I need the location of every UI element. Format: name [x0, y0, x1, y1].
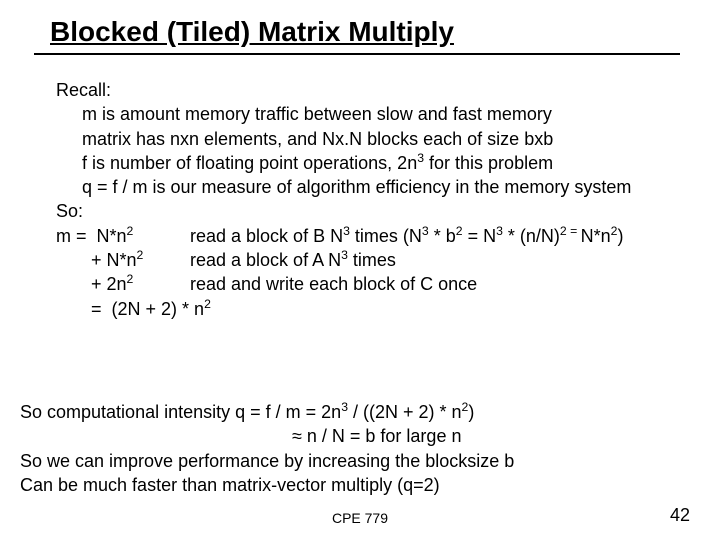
m-line-4: = (2N + 2) * n2	[56, 297, 680, 321]
m-line-3: + 2n2 read and write each block of C onc…	[56, 272, 680, 296]
m-term: + N*n2	[56, 248, 190, 272]
text: read a block of B N	[190, 226, 343, 246]
text: )	[617, 226, 623, 246]
slide-title: Blocked (Tiled) Matrix Multiply	[50, 16, 454, 48]
sup: 2	[127, 224, 134, 238]
text: = (2N + 2) * n	[56, 299, 204, 319]
m-desc: read a block of B N3 times (N3 * b2 = N3…	[190, 224, 623, 248]
text: / ((2N + 2) * n	[348, 402, 462, 422]
text: = N	[463, 226, 497, 246]
recall-item: matrix has nxn elements, and Nx.N blocks…	[82, 127, 680, 151]
text: )	[468, 402, 474, 422]
text: f is number of floating point operations…	[82, 153, 417, 173]
text: for this problem	[424, 153, 553, 173]
title-underline	[34, 53, 680, 55]
text: read a block of A N	[190, 250, 341, 270]
text: times	[348, 250, 396, 270]
sup: 2	[204, 297, 211, 311]
recall-heading: Recall:	[56, 78, 680, 102]
footer-page-number: 42	[670, 505, 690, 526]
sup: 3	[341, 400, 348, 414]
sup: 3	[343, 224, 350, 238]
sup: 2	[127, 272, 134, 286]
text: * (n/N)	[503, 226, 560, 246]
recall-item-f: f is number of floating point operations…	[82, 151, 680, 175]
sup: 3	[496, 224, 503, 238]
sup: 2	[137, 248, 144, 262]
bottom-approx: ≈ n / N = b for large n	[20, 424, 700, 448]
sup: 2	[456, 224, 463, 238]
bottom-line: So we can improve performance by increas…	[20, 449, 700, 473]
m-line-2: + N*n2 read a block of A N3 times	[56, 248, 680, 272]
sup: 3	[422, 224, 429, 238]
sup: 3	[341, 248, 348, 262]
slide-bottom: So computational intensity q = f / m = 2…	[20, 400, 700, 497]
text: + 2n	[56, 274, 127, 294]
footer-course: CPE 779	[0, 510, 720, 526]
text: times (N	[350, 226, 422, 246]
sup: 3	[417, 151, 424, 165]
m-desc: read a block of A N3 times	[190, 248, 396, 272]
bottom-line: Can be much faster than matrix-vector mu…	[20, 473, 700, 497]
recall-item: q = f / m is our measure of algorithm ef…	[82, 175, 680, 199]
m-term: = (2N + 2) * n2	[56, 297, 211, 321]
slide: Blocked (Tiled) Matrix Multiply Recall: …	[0, 0, 720, 540]
text: So computational intensity q = f / m = 2…	[20, 402, 341, 422]
so-heading: So:	[56, 199, 680, 223]
slide-body: Recall: m is amount memory traffic betwe…	[56, 78, 680, 321]
recall-item: m is amount memory traffic between slow …	[82, 102, 680, 126]
text: * b	[429, 226, 456, 246]
text: + N*n	[56, 250, 137, 270]
m-line-1: m = N*n2 read a block of B N3 times (N3 …	[56, 224, 680, 248]
m-desc: read and write each block of C once	[190, 272, 477, 296]
m-term: + 2n2	[56, 272, 190, 296]
text: m = N*n	[56, 226, 127, 246]
m-term: m = N*n2	[56, 224, 190, 248]
text: N*n	[581, 226, 611, 246]
sup: 2 =	[560, 224, 581, 238]
bottom-q: So computational intensity q = f / m = 2…	[20, 400, 700, 424]
